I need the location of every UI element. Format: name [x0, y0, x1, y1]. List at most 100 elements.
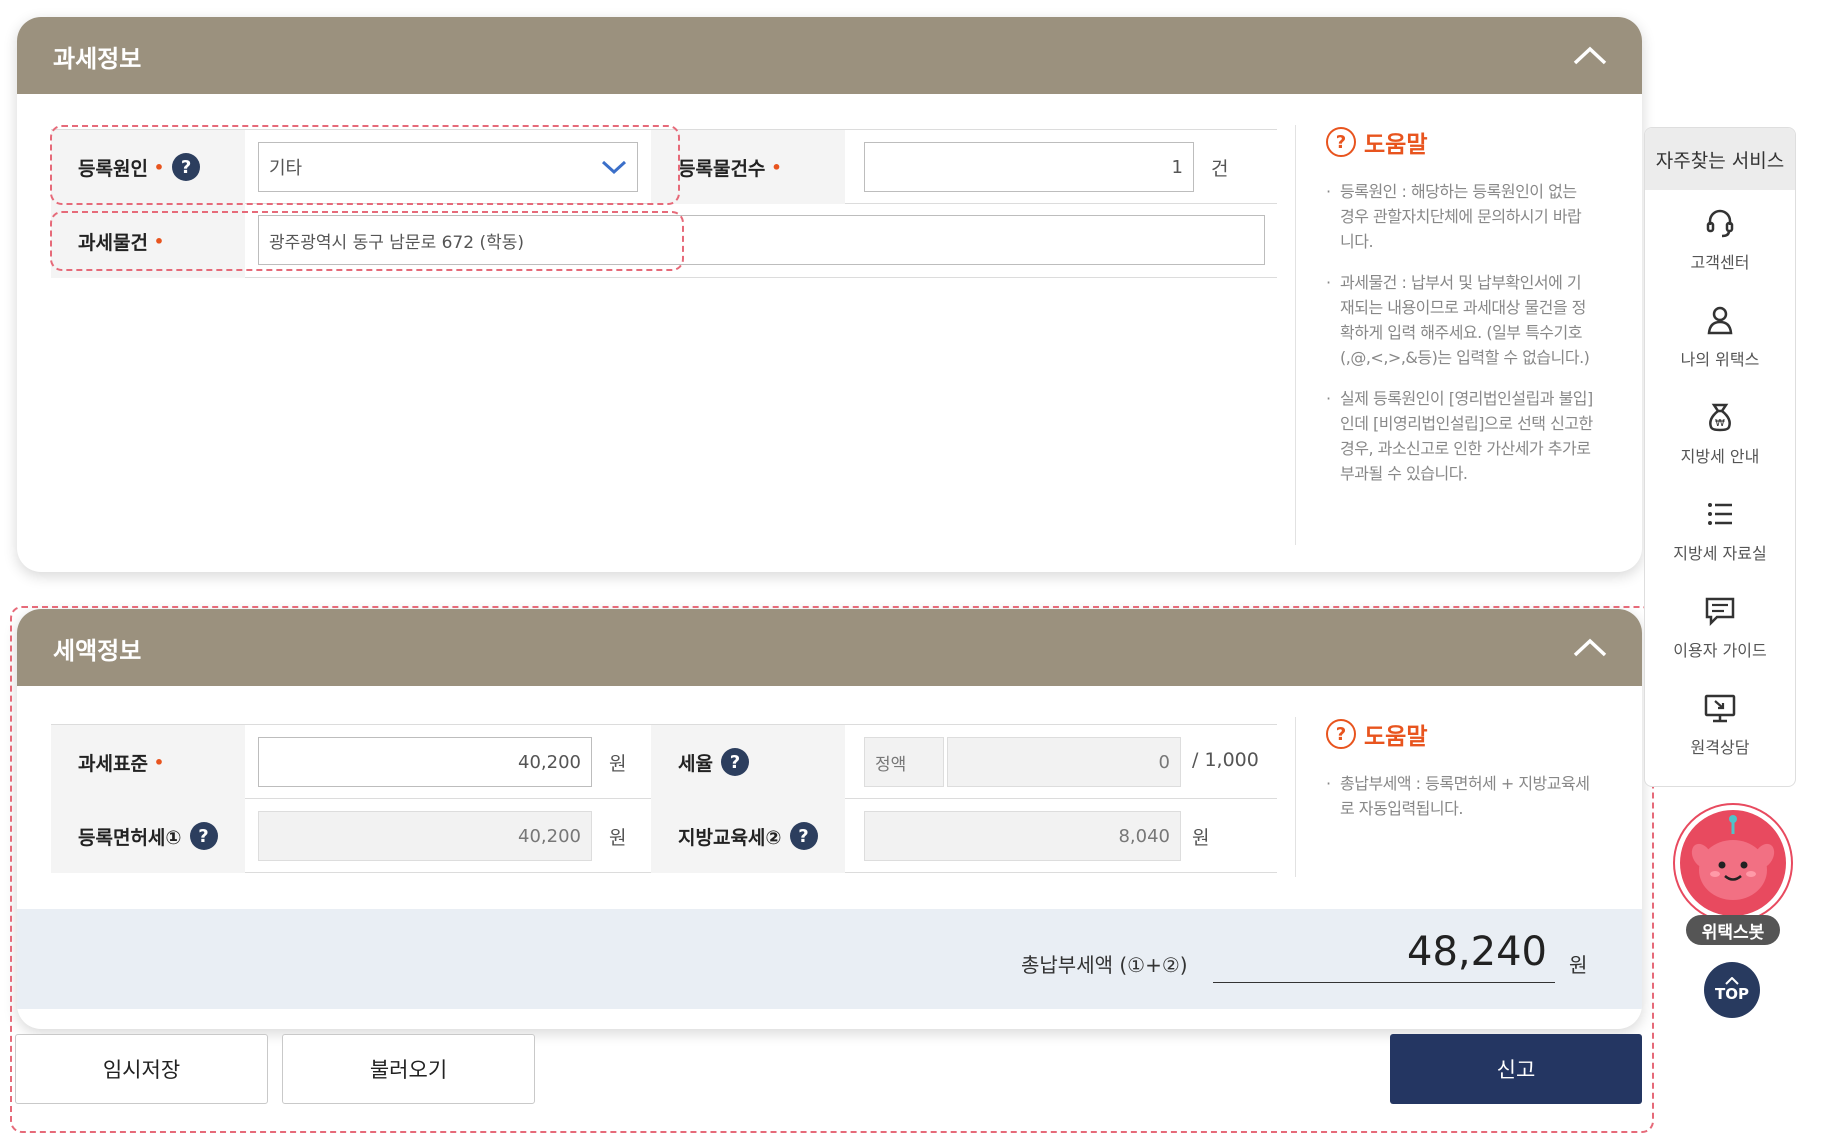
temp-save-button[interactable]: 임시저장	[15, 1034, 268, 1104]
tax-rate-value: 0	[1158, 751, 1170, 773]
sidebar-item-label: 지방세 자료실	[1673, 543, 1767, 563]
chat-icon	[1705, 597, 1735, 626]
sidebar-item-my-wetax[interactable]: 나의 위택스	[1645, 287, 1795, 384]
total-tax-unit: 원	[1569, 953, 1588, 977]
help-list: 총납부세액 : 등록면허세 + 지방교육세로 자동입력됩니다.	[1326, 771, 1595, 821]
scroll-top-button[interactable]: TOP	[1704, 962, 1760, 1018]
reg-cause-select[interactable]: 기타	[258, 142, 638, 192]
headset-icon	[1706, 209, 1734, 237]
tax-info-form: 등록원인 • ? 기타 등록물건수 • 1 건 과세물건 • 광주광역시 동구 …	[51, 129, 1277, 278]
question-icon[interactable]: ?	[789, 822, 818, 850]
tax-rate-label: 세율 ?	[651, 725, 845, 799]
tax-amount-panel: 세액정보 과세표준 • 40,200 원 세율 ? 정액 0 / 1,000 등…	[17, 609, 1642, 1029]
help-title: 도움말	[1364, 132, 1428, 158]
tax-base-label: 과세표준 •	[51, 725, 245, 799]
sidebar-item-label: 고객센터	[1690, 252, 1750, 272]
total-tax-value: 48,240	[1213, 929, 1555, 983]
sidebar-item-local-tax-guide[interactable]: ₩ 지방세 안내	[1645, 384, 1795, 481]
help-icon: ?	[1326, 127, 1356, 157]
form-row: 등록면허세① ? 40,200 원 지방교육세② ? 8,040 원	[51, 799, 1277, 873]
reg-count-label: 등록물건수 •	[651, 130, 845, 204]
user-icon	[1707, 306, 1733, 334]
edu-tax-value: 8,040	[1118, 825, 1170, 847]
reg-cause-label: 등록원인 • ?	[51, 130, 245, 204]
help-heading: ? 도움말	[1326, 717, 1595, 751]
chevron-up-icon[interactable]	[1572, 635, 1608, 659]
help-list: 등록원인 : 해당하는 등록원인이 없는 경우 관할자치단체에 문의하시기 바랍…	[1326, 179, 1595, 486]
tax-amount-title: 세액정보	[53, 637, 142, 665]
reg-tax-input: 40,200	[258, 811, 592, 861]
question-icon[interactable]: ?	[189, 822, 218, 850]
form-row: 과세물건 • 광주광역시 동구 남문로 672 (학동)	[51, 204, 1277, 278]
label-text: 등록물건수	[678, 157, 766, 180]
chatbot-button[interactable]	[1675, 805, 1791, 921]
form-row: 등록원인 • ? 기타 등록물건수 • 1 건	[51, 130, 1277, 204]
sidebar-item-label: 원격상담	[1690, 737, 1750, 757]
sidebar-title: 자주찾는 서비스	[1645, 128, 1795, 190]
top-button-label: TOP	[1715, 985, 1749, 1003]
tax-object-value: 광주광역시 동구 남문로 672 (학동)	[269, 232, 525, 253]
caret-up-icon	[1725, 977, 1739, 985]
tax-object-label: 과세물건 •	[51, 204, 245, 278]
help-title: 도움말	[1364, 724, 1428, 750]
tax-amount-help: ? 도움말 총납부세액 : 등록면허세 + 지방교육세로 자동입력됩니다.	[1295, 717, 1595, 877]
tax-info-title: 과세정보	[53, 45, 142, 73]
tax-info-help: ? 도움말 등록원인 : 해당하는 등록원인이 없는 경우 관할자치단체에 문의…	[1295, 125, 1595, 545]
help-icon: ?	[1326, 719, 1356, 749]
tax-base-value: 40,200	[518, 751, 581, 773]
money-bag-icon: ₩	[1709, 403, 1731, 431]
question-icon[interactable]: ?	[720, 748, 749, 776]
total-tax-bar: 총납부세액 (①+②) 48,240 원	[17, 909, 1642, 1009]
reg-tax-unit: 원	[609, 827, 627, 849]
question-icon[interactable]: ?	[172, 153, 201, 181]
help-heading: ? 도움말	[1326, 125, 1595, 159]
chevron-down-icon	[601, 160, 627, 175]
monitor-icon	[1704, 694, 1736, 722]
required-mark: •	[153, 231, 165, 251]
reg-cause-selected-value: 기타	[269, 158, 303, 179]
quick-service-sidebar: 자주찾는 서비스 고객센터 나의 위택스 ₩ 지방세 안내 지방세 자료실 이용…	[1644, 127, 1796, 787]
label-text: 등록면허세①	[78, 826, 182, 849]
reg-tax-value: 40,200	[518, 825, 581, 847]
label-text: 세율	[678, 752, 713, 775]
required-mark: •	[771, 157, 782, 177]
tax-rate-type-value: 정액	[875, 754, 907, 775]
tax-base-input[interactable]: 40,200	[258, 737, 592, 787]
sidebar-item-remote-consult[interactable]: 원격상담	[1645, 675, 1795, 772]
required-mark: •	[153, 752, 165, 772]
label-text: 지방교육세②	[678, 826, 782, 849]
label-text: 등록원인	[78, 157, 148, 180]
svg-text:₩: ₩	[1715, 418, 1725, 429]
edu-tax-input: 8,040	[864, 811, 1181, 861]
total-tax-label: 총납부세액 (①+②)	[1021, 953, 1188, 977]
chatbot-mascot-icon	[1691, 815, 1775, 900]
list-icon	[1708, 502, 1732, 525]
edu-tax-unit: 원	[1192, 827, 1210, 849]
reg-tax-label: 등록면허세① ?	[51, 799, 245, 873]
tax-object-input[interactable]: 광주광역시 동구 남문로 672 (학동)	[258, 215, 1265, 265]
help-item: 과세물건 : 납부서 및 납부확인서에 기재되는 내용이므로 과세대상 물건을 …	[1326, 270, 1595, 370]
form-row: 과세표준 • 40,200 원 세율 ? 정액 0 / 1,000	[51, 725, 1277, 799]
load-button[interactable]: 불러오기	[282, 1034, 535, 1104]
help-item: 등록원인 : 해당하는 등록원인이 없는 경우 관할자치단체에 문의하시기 바랍…	[1326, 179, 1595, 254]
help-item: 실제 등록원인이 [영리법인설립과 불입]인데 [비영리법인설립]으로 선택 신…	[1326, 386, 1595, 486]
label-text: 과세표준	[78, 752, 148, 775]
help-item: 총납부세액 : 등록면허세 + 지방교육세로 자동입력됩니다.	[1326, 771, 1595, 821]
tax-rate-input: 0	[947, 737, 1181, 787]
tax-rate-unit: / 1,000	[1192, 749, 1259, 771]
sidebar-item-customer-center[interactable]: 고객센터	[1645, 190, 1795, 287]
reg-count-value: 1	[1171, 156, 1183, 178]
reg-count-input[interactable]: 1	[864, 142, 1194, 192]
chatbot-label[interactable]: 위택스봇	[1686, 915, 1780, 945]
sidebar-item-label: 나의 위택스	[1680, 349, 1760, 369]
label-text: 과세물건	[78, 231, 148, 254]
submit-button[interactable]: 신고	[1390, 1034, 1642, 1104]
tax-amount-form: 과세표준 • 40,200 원 세율 ? 정액 0 / 1,000 등록면허세①	[51, 724, 1277, 873]
sidebar-item-label: 지방세 안내	[1680, 446, 1760, 466]
edu-tax-label: 지방교육세② ?	[651, 799, 845, 873]
sidebar-item-user-guide[interactable]: 이용자 가이드	[1645, 578, 1795, 675]
tax-base-unit: 원	[609, 753, 627, 775]
chevron-up-icon[interactable]	[1572, 43, 1608, 67]
required-mark: •	[153, 157, 165, 177]
sidebar-item-local-tax-library[interactable]: 지방세 자료실	[1645, 481, 1795, 578]
